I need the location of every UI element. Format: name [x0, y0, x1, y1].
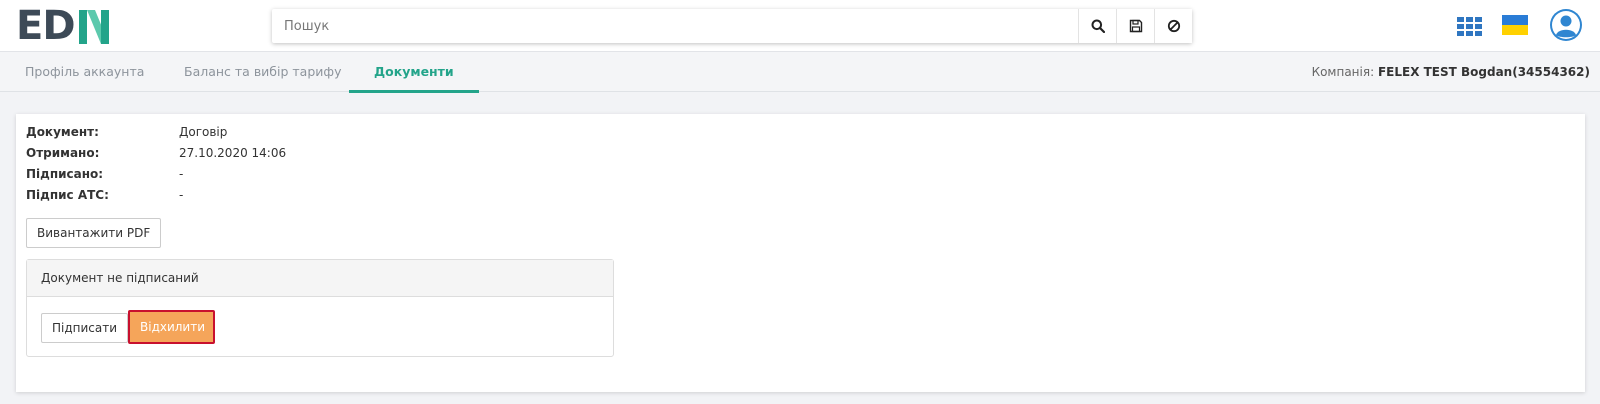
signature-status: Документ не підписаний	[27, 260, 613, 297]
flag-yellow-stripe	[1502, 25, 1528, 35]
clear-icon	[1167, 19, 1180, 33]
save-search-button[interactable]	[1116, 9, 1154, 43]
received-label: Отримано:	[26, 146, 100, 160]
tab-balance-tariff[interactable]: Баланс та вибір тарифу	[184, 52, 341, 92]
sign-button[interactable]: Підписати	[41, 313, 129, 343]
tab-account-profile[interactable]: Профіль аккаунта	[25, 52, 144, 92]
logo-text: ED	[16, 3, 76, 49]
search-input[interactable]	[272, 9, 1078, 43]
signed-value: -	[179, 167, 184, 181]
top-header: ED	[0, 0, 1600, 52]
signature-box: Документ не підписаний Підписати Відхили…	[26, 259, 614, 357]
company-label: Компанія:	[1311, 65, 1375, 79]
document-panel: Документ: Договір Отримано: 27.10.2020 1…	[16, 114, 1585, 392]
search-icon	[1091, 19, 1105, 33]
ats-signature-label: Підпис АТС:	[26, 188, 109, 202]
document-type-label: Документ:	[26, 125, 99, 139]
flag-blue-stripe	[1502, 15, 1528, 25]
search-button[interactable]	[1078, 9, 1116, 43]
clear-search-button[interactable]	[1154, 9, 1192, 43]
user-avatar-icon[interactable]	[1549, 8, 1583, 42]
edin-logo[interactable]: ED	[16, 6, 116, 46]
ukraine-flag-icon[interactable]	[1502, 15, 1528, 35]
save-icon	[1129, 19, 1142, 33]
ats-signature-value: -	[179, 188, 184, 202]
tab-documents[interactable]: Документи	[349, 52, 479, 93]
account-tabs: Профіль аккаунта Баланс та вибір тарифу …	[0, 52, 1600, 93]
document-type-value: Договір	[179, 125, 228, 139]
search-bar	[272, 9, 1192, 43]
reject-button[interactable]: Відхилити	[128, 310, 215, 344]
signed-label: Підписано:	[26, 167, 104, 181]
apps-grid-icon[interactable]	[1457, 17, 1483, 37]
download-pdf-button[interactable]: Вивантажити PDF	[26, 218, 162, 248]
company-info: Компанія: FELEX TEST Bogdan(34554362)	[1312, 52, 1590, 92]
received-value: 27.10.2020 14:06	[179, 146, 287, 160]
company-name: FELEX TEST Bogdan(34554362)	[1377, 65, 1590, 79]
logo-n-mark	[78, 10, 109, 44]
